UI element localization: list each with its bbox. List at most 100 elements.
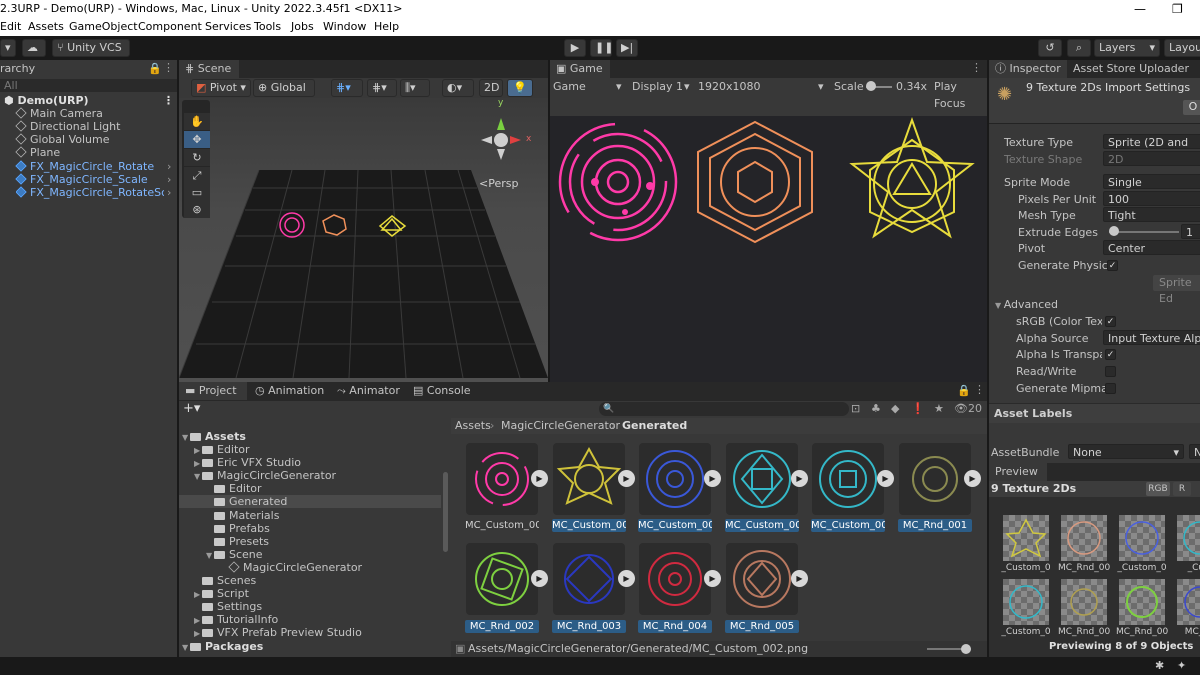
tab-preview[interactable]: Preview [989, 463, 1047, 481]
tree-item[interactable]: ▶ Eric VFX Studio [194, 456, 301, 469]
warning-icon[interactable]: ❗ [911, 402, 925, 415]
tree-item[interactable]: Editor [206, 482, 262, 495]
hierarchy-item[interactable]: FX_MagicCircle_Scale [15, 173, 148, 186]
pivot-dropdown[interactable]: Center [1103, 240, 1200, 255]
play-button[interactable]: ▶ [564, 39, 586, 57]
play-focus-dropdown[interactable]: Play Focus [934, 78, 987, 112]
filter-type-icon[interactable]: ♣ [871, 402, 881, 415]
play-icon[interactable]: ▶ [964, 470, 981, 487]
assetbundle-dropdown[interactable]: None ▾ [1068, 444, 1184, 459]
scale-tool-icon[interactable]: ⤢ [184, 167, 210, 184]
asset-thumbnail[interactable] [466, 543, 538, 615]
grid-visibility-button[interactable]: ⋕▾ [367, 79, 397, 97]
menu-component[interactable]: Component [138, 20, 202, 33]
hand-tool-icon[interactable]: ✋ [184, 113, 210, 130]
extrude-input[interactable]: 1 [1181, 224, 1200, 239]
r-toggle[interactable]: R [1173, 482, 1191, 496]
history-icon[interactable]: ↺ [1038, 39, 1062, 57]
tree-item[interactable]: Scenes [194, 574, 256, 587]
lock-icon[interactable]: 🔒 [148, 62, 162, 75]
alpha-transparency-checkbox[interactable]: ✓ [1105, 349, 1116, 360]
tab-game[interactable]: ▣ Game [550, 60, 610, 78]
cloud-icon[interactable]: ☁ [22, 39, 46, 57]
move-tool-icon[interactable]: ✥ [184, 131, 210, 148]
label-icon[interactable]: ◆ [891, 402, 899, 415]
chevron-right-icon[interactable]: › [167, 186, 171, 199]
play-icon[interactable]: ▶ [618, 570, 635, 587]
project-search-input[interactable]: 🔍 [599, 402, 849, 416]
asset-labels-header[interactable]: Asset Labels [989, 403, 1200, 423]
scale-slider-thumb[interactable] [866, 81, 876, 91]
lighting-icon[interactable]: 💡 [507, 79, 533, 97]
sprite-editor-button[interactable]: Sprite Ed [1153, 275, 1200, 305]
display-dropdown[interactable]: Display 1 ▾ [632, 78, 692, 95]
scene-more-icon[interactable]: ⋮ [163, 94, 174, 107]
lighting-status-icon[interactable]: ✦ [1177, 659, 1186, 672]
tree-item[interactable]: ▼ MagicCircleGenerator [194, 469, 336, 482]
minimize-icon[interactable]: — [1134, 2, 1146, 16]
generate-mipmap-checkbox[interactable] [1105, 383, 1116, 394]
menu-tools[interactable]: Tools [254, 20, 281, 33]
extrude-slider[interactable] [1109, 231, 1179, 233]
pause-button[interactable]: ❚❚ [590, 39, 613, 57]
tree-item[interactable]: ▶ TutorialInfo [194, 613, 278, 626]
asset-thumbnail[interactable] [639, 543, 711, 615]
menu-jobs[interactable]: Jobs [291, 20, 314, 33]
play-icon[interactable]: ▶ [791, 570, 808, 587]
menu-window[interactable]: Window [323, 20, 366, 33]
mode-2d-button[interactable]: 2D [479, 79, 503, 97]
game-more-icon[interactable]: ⋮ [971, 61, 982, 74]
hierarchy-search[interactable]: All [0, 79, 177, 92]
grid-snap-button[interactable]: ⋕▾ [331, 79, 363, 97]
scene-viewport[interactable]: y x <Persp [179, 98, 548, 382]
draw-mode-button[interactable]: ◐▾ [442, 79, 474, 97]
icon-size-thumb[interactable] [961, 644, 971, 654]
breadcrumb-item[interactable]: Assets [455, 418, 491, 434]
read-write-checkbox[interactable] [1105, 366, 1116, 377]
extrude-slider-thumb[interactable] [1109, 226, 1119, 236]
layout-dropdown[interactable]: Layout [1164, 39, 1200, 57]
mesh-type-dropdown[interactable]: Tight [1103, 207, 1200, 222]
hierarchy-item[interactable]: Directional Light [15, 120, 120, 133]
vcs-button[interactable]: ⑂ Unity VCS ▾ [52, 39, 130, 70]
hierarchy-item[interactable]: Main Camera [15, 107, 103, 120]
hierarchy-item[interactable]: FX_MagicCircle_RotateScale [16, 186, 164, 199]
generate-physics-checkbox[interactable]: ✓ [1107, 260, 1118, 271]
rotate-tool-icon[interactable]: ↻ [184, 149, 210, 166]
play-icon[interactable]: ▶ [531, 470, 548, 487]
tab-inspector[interactable]: ⓘ Inspector [989, 60, 1067, 78]
menu-assets[interactable]: Assets [28, 20, 64, 33]
tab-asset-store-uploader[interactable]: Asset Store Uploader [1067, 60, 1197, 78]
account-dropdown[interactable]: ▾ [0, 39, 16, 57]
menu-edit[interactable]: Edit [0, 20, 21, 33]
play-icon[interactable]: ▶ [618, 470, 635, 487]
play-icon[interactable]: ▶ [704, 570, 721, 587]
asset-thumbnail[interactable] [726, 543, 798, 615]
persp-label[interactable]: <Persp [479, 177, 518, 190]
tab-project[interactable]: ▬ Project [179, 382, 247, 400]
chevron-right-icon[interactable]: › [167, 173, 171, 186]
breadcrumb-item[interactable]: MagicCircleGenerator [501, 418, 620, 434]
play-icon[interactable]: ▶ [531, 570, 548, 587]
add-icon[interactable]: +▾ [183, 401, 200, 416]
menu-gameobject[interactable]: GameObject [69, 20, 138, 33]
hierarchy-item[interactable]: Plane [15, 146, 60, 159]
resolution-dropdown[interactable]: 1920x1080 ▾ [698, 78, 826, 95]
transform-tool-icon[interactable]: ⊛ [184, 201, 210, 218]
tree-item[interactable]: ▼ Packages [182, 640, 263, 653]
rect-tool-icon[interactable]: ▭ [184, 184, 210, 201]
tree-item[interactable]: Settings [194, 600, 262, 613]
hierarchy-item[interactable]: FX_MagicCircle_Rotate [15, 160, 154, 173]
snap-increment-button[interactable]: ⫼▾ [400, 79, 430, 97]
tree-item[interactable]: ▶ Script [194, 587, 249, 600]
sprite-mode-dropdown[interactable]: Single [1103, 174, 1200, 189]
search-icon[interactable]: ⌕ [1067, 39, 1091, 57]
global-dropdown[interactable]: ⊕ Global ▾ [253, 79, 315, 110]
favorite-icon[interactable]: ★ [934, 402, 944, 415]
asset-thumbnail[interactable] [812, 443, 884, 515]
tree-item[interactable]: Prefabs [206, 522, 270, 535]
more-icon[interactable]: ⋮ [974, 383, 985, 396]
tree-item[interactable]: ▼ Scene [206, 548, 263, 561]
tab-console[interactable]: ▤ Console [407, 382, 477, 400]
play-icon[interactable]: ▶ [791, 470, 808, 487]
